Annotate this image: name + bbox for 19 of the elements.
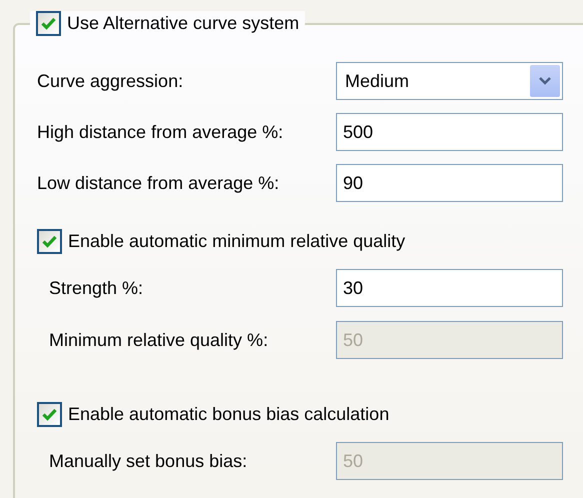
field-label: Strength %: xyxy=(48,276,144,300)
checkmark-icon xyxy=(41,17,56,30)
checkbox-label: Enable automatic bonus bias calculation xyxy=(68,403,390,426)
field-label: Curve aggression: xyxy=(37,70,184,93)
checkbox-label: Enable automatic minimum relative quality xyxy=(68,230,406,253)
input-field[interactable]: 90 xyxy=(336,164,563,202)
checkbox[interactable] xyxy=(36,11,61,36)
checkbox-label: Use Alternative curve system xyxy=(67,12,300,35)
checkbox[interactable] xyxy=(37,402,62,427)
checkbox[interactable] xyxy=(37,229,62,254)
dropdown[interactable]: Medium xyxy=(336,62,563,100)
field-label: Minimum relative quality %: xyxy=(48,328,270,352)
checkmark-icon xyxy=(42,408,57,421)
field-label: Low distance from average %: xyxy=(37,172,280,195)
input-field[interactable]: 500 xyxy=(336,113,563,151)
field-label: Manually set bonus bias: xyxy=(48,450,248,473)
field-label: High distance from average %: xyxy=(37,120,284,144)
input-field[interactable]: 30 xyxy=(336,269,563,307)
checkmark-icon xyxy=(42,235,57,248)
